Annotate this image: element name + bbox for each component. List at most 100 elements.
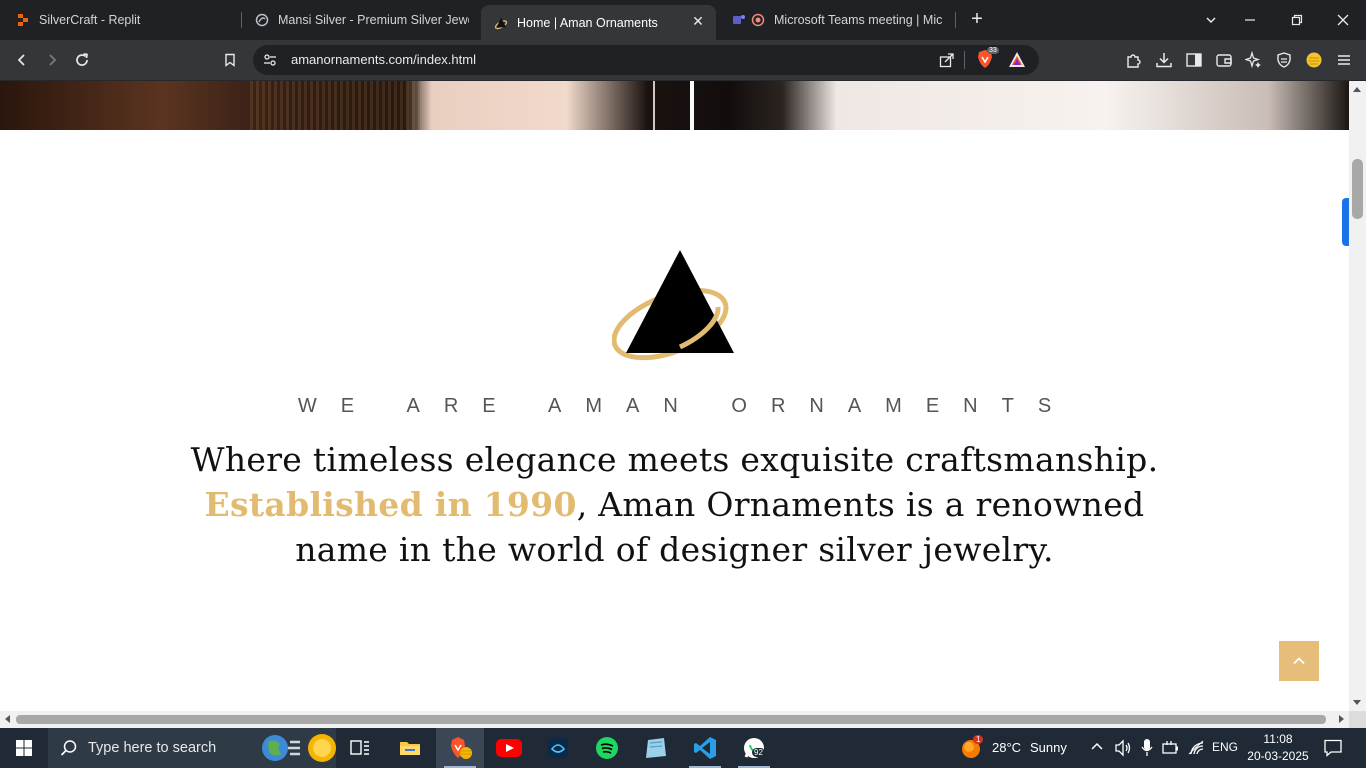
- whatsapp-button[interactable]: 92: [730, 728, 778, 768]
- scroll-up-arrow-icon[interactable]: [1353, 87, 1361, 92]
- about-intro-text: Where timeless elegance meets exquisite …: [150, 437, 1199, 572]
- teams-icon: [732, 13, 746, 27]
- hero-image: [0, 81, 1349, 130]
- tab-separator: [955, 12, 956, 28]
- brave-rewards-icon[interactable]: [1008, 51, 1026, 74]
- tab-microsoft-teams[interactable]: Microsoft Teams meeting | Micro: [732, 5, 942, 35]
- weather-description[interactable]: Sunny: [1030, 740, 1067, 755]
- app-button[interactable]: [632, 728, 680, 768]
- chevron-up-icon: [1293, 657, 1305, 665]
- notification-center-icon[interactable]: [1323, 739, 1343, 762]
- browser-tab-strip: SilverCraft - Replit Mansi Silver - Prem…: [0, 0, 1366, 40]
- aman-ornaments-logo: [612, 250, 734, 361]
- intro-line-3: name in the world of designer silver jew…: [295, 530, 1054, 569]
- share-icon[interactable]: [939, 52, 955, 73]
- globe-icon: [255, 13, 269, 27]
- back-icon[interactable]: [10, 48, 34, 72]
- extensions-icon[interactable]: [1122, 48, 1146, 72]
- close-window-button[interactable]: [1331, 8, 1355, 32]
- youtube-button[interactable]: [485, 728, 533, 768]
- hero-image-detail: [690, 81, 694, 130]
- task-view-button[interactable]: [336, 728, 384, 768]
- recording-icon: [751, 13, 765, 27]
- vertical-scrollbar[interactable]: [1349, 81, 1366, 711]
- show-hidden-icons-chevron-icon[interactable]: [1090, 740, 1104, 759]
- address-bar[interactable]: amanornaments.com/index.html 33: [253, 45, 1039, 75]
- folder-icon: [400, 742, 420, 755]
- windows-logo-icon: [16, 740, 32, 756]
- file-explorer-button[interactable]: [386, 728, 434, 768]
- scroll-right-arrow-icon[interactable]: [1339, 715, 1344, 723]
- browser-toolbar: amanornaments.com/index.html 33: [0, 40, 1366, 81]
- new-tab-button[interactable]: +: [966, 9, 988, 31]
- replit-icon: [16, 13, 30, 27]
- page-viewport: WE ARE AMAN ORNAMENTS Where timeless ele…: [0, 81, 1349, 711]
- site-settings-icon[interactable]: [262, 52, 278, 73]
- brave-icon: [451, 737, 472, 759]
- system-clock[interactable]: 11:08 20-03-2025: [1244, 731, 1312, 765]
- start-button[interactable]: [0, 728, 48, 768]
- download-icon[interactable]: [1152, 48, 1176, 72]
- tab-title: Home | Aman Ornaments: [517, 15, 658, 30]
- scroll-to-top-button[interactable]: [1279, 641, 1319, 681]
- youtube-icon: [496, 739, 522, 757]
- about-tagline: WE ARE AMAN ORNAMENTS: [297, 395, 1076, 417]
- volume-icon[interactable]: [1114, 739, 1132, 762]
- horizontal-scrollbar[interactable]: [0, 711, 1349, 728]
- task-view-icon: [350, 740, 369, 755]
- scroll-down-arrow-icon[interactable]: [1353, 700, 1361, 705]
- url-text: amanornaments.com/index.html: [291, 52, 476, 67]
- vertical-scroll-thumb[interactable]: [1352, 159, 1363, 219]
- scroll-left-arrow-icon[interactable]: [5, 715, 10, 723]
- horizontal-scroll-thumb[interactable]: [16, 715, 1326, 724]
- weather-sun-icon[interactable]: 1: [961, 735, 984, 765]
- vpn-shield-icon[interactable]: [1272, 48, 1296, 72]
- scrollbar-corner: [1349, 711, 1366, 728]
- search-icon: [60, 740, 77, 756]
- sidebar-icon[interactable]: [1182, 48, 1206, 72]
- app-button[interactable]: [534, 728, 582, 768]
- tab-search-chevron-icon[interactable]: [1199, 8, 1223, 32]
- search-placeholder: Type here to search: [88, 740, 217, 756]
- side-panel-handle[interactable]: [1342, 198, 1349, 246]
- brave-browser-button[interactable]: [436, 728, 484, 768]
- tab-silvercraft-replit[interactable]: SilverCraft - Replit: [16, 5, 238, 35]
- search-highlight-image: [260, 732, 336, 764]
- menu-icon[interactable]: [1332, 48, 1356, 72]
- weather-temperature[interactable]: 28°C: [992, 740, 1021, 755]
- forward-icon[interactable]: [40, 48, 64, 72]
- bookmark-icon[interactable]: [218, 48, 242, 72]
- spotify-icon: [596, 737, 618, 759]
- tab-title: Mansi Silver - Premium Silver Jewelr: [278, 13, 469, 27]
- clock-time: 11:08: [1263, 732, 1293, 746]
- brave-shields-icon[interactable]: 33: [975, 47, 999, 71]
- spotify-button[interactable]: [583, 728, 631, 768]
- tab-aman-ornaments[interactable]: Home | Aman Ornaments ✕: [481, 5, 716, 40]
- bat-token-icon[interactable]: [1302, 48, 1326, 72]
- input-language[interactable]: ENG: [1212, 740, 1238, 754]
- established-highlight: Established in 1990: [204, 485, 577, 524]
- restore-button[interactable]: [1285, 8, 1309, 32]
- aman-logo-icon: [494, 16, 508, 30]
- tab-title: Microsoft Teams meeting | Micro: [774, 13, 942, 27]
- close-tab-icon[interactable]: ✕: [690, 13, 706, 29]
- minimize-button[interactable]: [1238, 8, 1262, 32]
- intro-line-2-rest: , Aman Ornaments is a renowned: [576, 485, 1145, 524]
- battery-charging-icon[interactable]: [1162, 740, 1180, 761]
- hero-image-detail: [653, 81, 655, 130]
- intro-line-1: Where timeless elegance meets exquisite …: [190, 440, 1159, 479]
- vscode-button[interactable]: [681, 728, 729, 768]
- taskbar-search-box[interactable]: Type here to search: [48, 728, 336, 768]
- windows-taskbar: Type here to search 92 1 28°C Sunny ENG …: [0, 728, 1366, 768]
- tab-mansi-silver[interactable]: Mansi Silver - Premium Silver Jewelr: [255, 5, 469, 35]
- shields-count-badge: 33: [987, 47, 999, 54]
- intro-line-2: Established in 1990, Aman Ornaments is a…: [150, 482, 1199, 527]
- app-icon: [548, 738, 568, 758]
- wifi-icon[interactable]: [1188, 740, 1206, 761]
- microphone-icon[interactable]: [1140, 738, 1154, 763]
- leo-ai-icon[interactable]: [1242, 48, 1266, 72]
- reload-icon[interactable]: [70, 48, 94, 72]
- omnibox-divider: [964, 51, 965, 69]
- wallet-icon[interactable]: [1212, 48, 1236, 72]
- tab-title: SilverCraft - Replit: [39, 13, 141, 27]
